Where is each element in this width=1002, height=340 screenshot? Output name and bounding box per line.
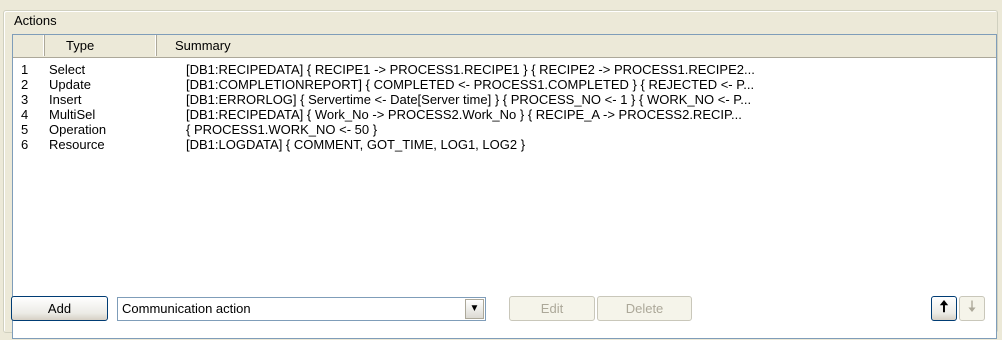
row-type: Update — [49, 77, 91, 92]
list-row[interactable]: 2 Update [DB1:COMPLETIONREPORT] { COMPLE… — [13, 77, 996, 92]
row-number: 5 — [21, 122, 29, 137]
row-summary: [DB1:LOGDATA] { COMMENT, GOT_TIME, LOG1,… — [186, 137, 526, 152]
delete-button[interactable]: Delete — [597, 296, 692, 321]
row-summary: [DB1:RECIPEDATA] { Work_No -> PROCESS2.W… — [186, 107, 742, 122]
row-summary: [DB1:ERRORLOG] { Servertime <- Date[Serv… — [186, 92, 752, 107]
actions-groupbox: Actions Type Summary 1 Select [DB1:RECIP… — [3, 10, 998, 339]
row-summary: { PROCESS1.WORK_NO <- 50 } — [186, 122, 378, 137]
edit-button[interactable]: Edit — [509, 296, 595, 321]
column-header-type[interactable]: Type — [45, 35, 157, 56]
list-row[interactable]: 3 Insert [DB1:ERRORLOG] { Servertime <- … — [13, 92, 996, 107]
row-number: 2 — [21, 77, 29, 92]
row-number: 4 — [21, 107, 29, 122]
row-number: 3 — [21, 92, 29, 107]
arrow-up-icon: 🠅 — [939, 299, 949, 316]
list-rows: 1 Select [DB1:RECIPEDATA] { RECIPE1 -> P… — [13, 62, 996, 152]
move-down-button[interactable]: 🠇 — [959, 296, 985, 321]
list-header: Type Summary — [13, 35, 996, 58]
arrow-down-icon: 🠇 — [967, 299, 977, 316]
row-summary: [DB1:RECIPEDATA] { RECIPE1 -> PROCESS1.R… — [186, 62, 755, 77]
actions-list[interactable]: Type Summary 1 Select [DB1:RECIPEDATA] {… — [12, 34, 997, 339]
add-button[interactable]: Add — [11, 296, 108, 321]
action-type-value: Communication action — [122, 301, 251, 316]
column-header-number[interactable] — [13, 35, 45, 56]
group-title: Actions — [12, 13, 59, 28]
move-up-button[interactable]: 🠅 — [931, 296, 957, 321]
row-type: Operation — [49, 122, 107, 137]
row-type: MultiSel — [49, 107, 96, 122]
row-number: 1 — [21, 62, 29, 77]
row-type: Insert — [49, 92, 82, 107]
column-header-summary[interactable]: Summary — [157, 35, 996, 56]
row-summary: [DB1:COMPLETIONREPORT] { COMPLETED <- PR… — [186, 77, 755, 92]
row-number: 6 — [21, 137, 29, 152]
list-row[interactable]: 5 Operation { PROCESS1.WORK_NO <- 50 } — [13, 122, 996, 137]
action-type-select[interactable]: Communication action ▼ — [117, 297, 486, 321]
row-type: Resource — [49, 137, 105, 152]
list-row[interactable]: 4 MultiSel [DB1:RECIPEDATA] { Work_No ->… — [13, 107, 996, 122]
row-type: Select — [49, 62, 86, 77]
list-row[interactable]: 6 Resource [DB1:LOGDATA] { COMMENT, GOT_… — [13, 137, 996, 152]
list-row[interactable]: 1 Select [DB1:RECIPEDATA] { RECIPE1 -> P… — [13, 62, 996, 77]
chevron-down-icon[interactable]: ▼ — [465, 299, 484, 319]
action-toolbar: Add Communication action ▼ Edit Delete 🠅… — [11, 296, 991, 326]
